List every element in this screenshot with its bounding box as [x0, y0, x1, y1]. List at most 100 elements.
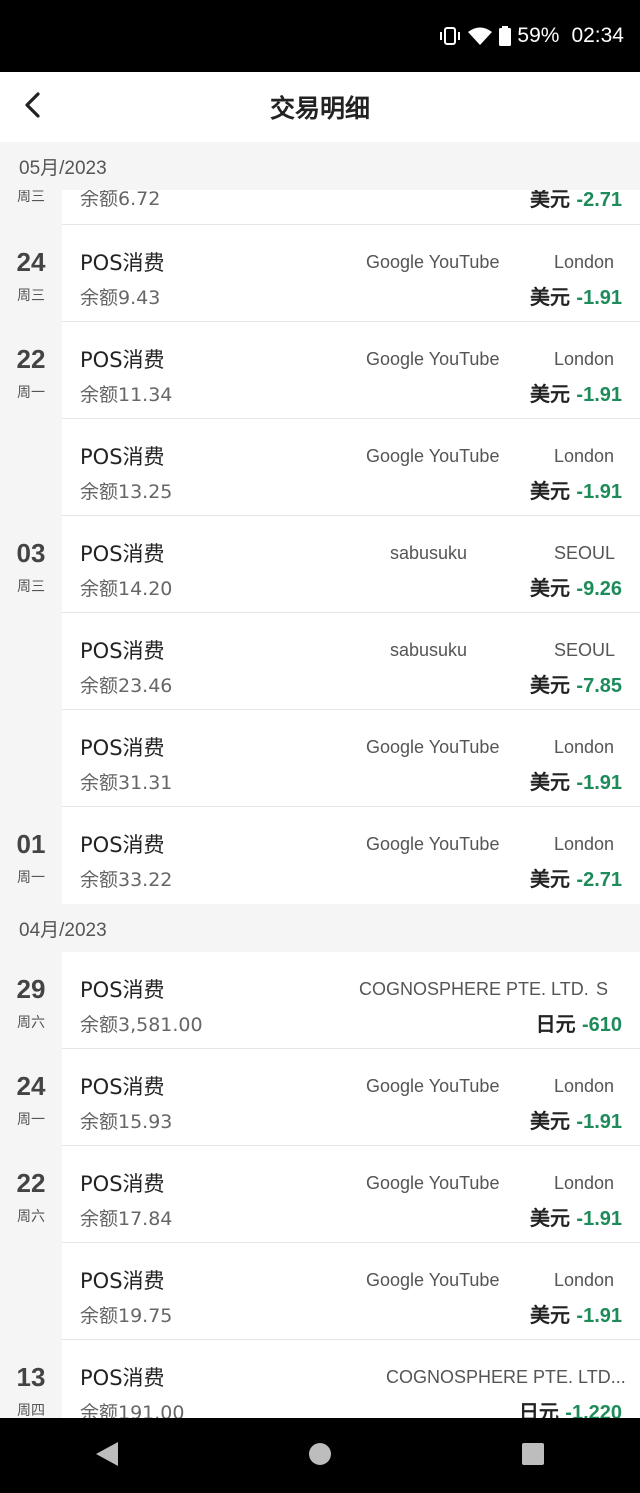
transaction-row[interactable]: 周三 余额6.72 美元 -2.71: [0, 190, 640, 225]
balance-text: 余额31.31: [80, 772, 173, 794]
weekday-label: 周一: [17, 870, 45, 886]
currency-label: 美元: [530, 673, 571, 697]
transaction-row[interactable]: POS消费 余额23.46 sabusuku SEOUL 美元 -7.85: [0, 613, 640, 710]
currency-label: 美元: [530, 1206, 571, 1230]
transaction-content: POS消费 余额17.84 Google YouTube London 美元 -…: [62, 1146, 640, 1243]
merchant-name: Google YouTube: [366, 737, 500, 757]
amount-text: 日元 -610: [536, 1008, 622, 1037]
date-column: 03 周三: [0, 516, 62, 613]
date-column: 22 周一: [0, 322, 62, 419]
date-column: 24 周一: [0, 1049, 62, 1146]
amount-text: 美元 -2.71: [530, 863, 622, 892]
transaction-type: POS消费: [80, 445, 165, 469]
transaction-type: POS消费: [80, 542, 165, 566]
transaction-row[interactable]: 13 周四 POS消费 余额191.00 COGNOSPHERE PTE. LT…: [0, 1340, 640, 1418]
weekday-label: 周一: [17, 385, 45, 401]
balance-text: 余额191.00: [80, 1402, 185, 1418]
currency-label: 美元: [530, 1109, 571, 1133]
transaction-type: POS消费: [80, 639, 165, 663]
nav-back-button[interactable]: [77, 1426, 137, 1486]
transaction-type: POS消费: [80, 251, 165, 275]
merchant-location: SEOUL: [554, 543, 616, 563]
amount-text: 美元 -1.91: [530, 1105, 622, 1134]
amount-text: 美元 -1.91: [530, 378, 622, 407]
balance-text: 余额9.43: [80, 287, 161, 309]
day-number: 29: [16, 974, 46, 1004]
currency-label: 美元: [530, 285, 571, 309]
transaction-row[interactable]: 24 周一 POS消费 余额15.93 Google YouTube Londo…: [0, 1049, 640, 1146]
merchant-name: sabusuku: [390, 640, 468, 660]
date-column: [0, 1243, 62, 1340]
transaction-content: POS消费 余额3,581.00 COGNOSPHERE PTE. LTD. S…: [62, 952, 640, 1049]
triangle-back-icon: [94, 1440, 120, 1472]
date-column: [0, 613, 62, 710]
weekday-label: 周三: [17, 190, 45, 205]
transaction-row[interactable]: 22 周六 POS消费 余额17.84 Google YouTube Londo…: [0, 1146, 640, 1243]
weekday-label: 周一: [17, 1112, 45, 1128]
transaction-type: POS消费: [80, 978, 165, 1002]
day-number: 22: [16, 344, 46, 374]
chevron-left-icon: [22, 91, 42, 123]
transaction-content: POS消费 余额19.75 Google YouTube London 美元 -…: [62, 1243, 640, 1340]
amount-value: -1.91: [576, 1111, 622, 1133]
merchant-location: London: [554, 1173, 615, 1193]
merchant-name: Google YouTube: [366, 446, 500, 466]
date-column: 01 周一: [0, 807, 62, 904]
merchant-name: Google YouTube: [366, 1173, 500, 1193]
nav-home-button[interactable]: [290, 1426, 350, 1486]
transaction-row[interactable]: 03 周三 POS消费 余额14.20 sabusuku SEOUL 美元 -9…: [0, 516, 640, 613]
balance-text: 余额3,581.00: [80, 1014, 203, 1036]
back-button[interactable]: [10, 85, 54, 129]
clock: 02:34: [571, 24, 624, 47]
day-number: 22: [16, 1168, 46, 1198]
amount-value: -1.91: [576, 287, 622, 309]
merchant-location: SEOUL: [554, 640, 616, 660]
merchant-name: COGNOSPHERE PTE. LTD.: [359, 979, 589, 999]
balance-text: 余额11.34: [80, 384, 173, 406]
balance-text: 余额13.25: [80, 481, 173, 503]
transaction-row[interactable]: 22 周一 POS消费 余额11.34 Google YouTube Londo…: [0, 322, 640, 419]
transaction-row[interactable]: 29 周六 POS消费 余额3,581.00 COGNOSPHERE PTE. …: [0, 952, 640, 1049]
weekday-label: 周三: [17, 579, 45, 595]
app-bar: 交易明细: [0, 72, 640, 142]
amount-value: -610: [581, 1014, 622, 1036]
nav-recents-button[interactable]: [503, 1426, 563, 1486]
transaction-type: POS消费: [80, 736, 165, 760]
day-number: 24: [16, 247, 46, 277]
circle-home-icon: [307, 1441, 333, 1471]
currency-label: 美元: [530, 770, 571, 794]
weekday-label: 周四: [17, 1403, 45, 1418]
balance-text: 余额19.75: [80, 1305, 173, 1327]
currency-label: 日元: [518, 1400, 559, 1418]
merchant-location: London: [554, 1270, 615, 1290]
transaction-type: POS消费: [80, 833, 165, 857]
weekday-label: 周六: [17, 1015, 45, 1031]
battery-icon: [499, 26, 512, 46]
currency-label: 美元: [530, 382, 571, 406]
transaction-content: POS消费 余额9.43 Google YouTube London 美元 -1…: [62, 225, 640, 322]
merchant-location: London: [554, 1076, 615, 1096]
transaction-row[interactable]: POS消费 余额31.31 Google YouTube London 美元 -…: [0, 710, 640, 807]
transaction-row[interactable]: POS消费 余额19.75 Google YouTube London 美元 -…: [0, 1243, 640, 1340]
amount-text: 美元 -1.91: [530, 766, 622, 795]
amount-value: -1.91: [576, 1305, 622, 1327]
transaction-list[interactable]: 05月/2023 周三 余额6.72 美元 -2.71 24 周三 POS消费 …: [0, 142, 640, 1418]
vibrate-icon: [439, 26, 461, 46]
transaction-content: POS消费 余额31.31 Google YouTube London 美元 -…: [62, 710, 640, 807]
transaction-row[interactable]: 24 周三 POS消费 余额9.43 Google YouTube London…: [0, 225, 640, 322]
currency-label: 美元: [530, 867, 571, 891]
transaction-content: POS消费 余额15.93 Google YouTube London 美元 -…: [62, 1049, 640, 1146]
amount-text: 美元 -2.71: [530, 190, 622, 212]
amount-value: -1.91: [576, 384, 622, 406]
amount-text: 日元 -1,220: [519, 1396, 622, 1418]
merchant-name: Google YouTube: [366, 834, 500, 854]
weekday-label: 周六: [17, 1209, 45, 1225]
transaction-content: POS消费 余额14.20 sabusuku SEOUL 美元 -9.26: [62, 516, 640, 613]
merchant-location: London: [554, 349, 615, 369]
transaction-row[interactable]: 01 周一 POS消费 余额33.22 Google YouTube Londo…: [0, 807, 640, 904]
amount-text: 美元 -1.91: [530, 475, 622, 504]
transaction-type: POS消费: [80, 1269, 165, 1293]
amount-value: -9.26: [576, 578, 622, 600]
balance-text: 余额14.20: [80, 578, 173, 600]
transaction-row[interactable]: POS消费 余额13.25 Google YouTube London 美元 -…: [0, 419, 640, 516]
